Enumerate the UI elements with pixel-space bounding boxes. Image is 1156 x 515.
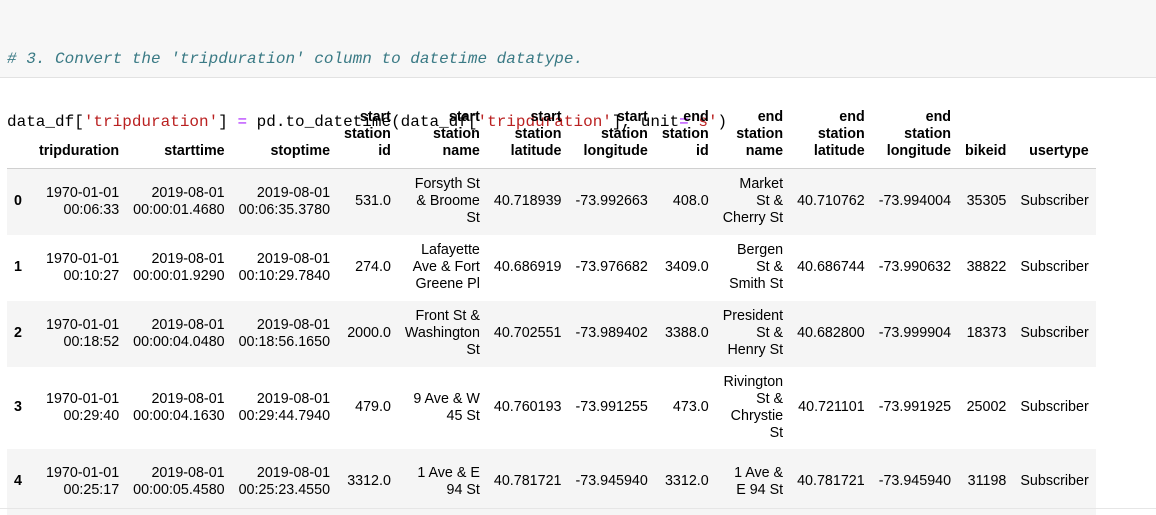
table-cell: 40.682800: [797, 325, 865, 341]
table-cell: 274.0: [355, 259, 391, 275]
column-header: usertype: [1013, 100, 1096, 169]
table-cell: 473.0: [672, 399, 709, 415]
table-cell: Subscriber: [1020, 193, 1089, 210]
table-cell: 40.686919: [493, 259, 562, 275]
table-cell: 40.710762: [797, 193, 865, 210]
table-cell: 531.0: [355, 193, 391, 210]
column-header: start station latitude: [486, 100, 569, 169]
row-index: 2: [14, 325, 22, 341]
table-row: 0 1970-01-01 00:06:33 2019-08-01 00:00:01.46…: [7, 168, 1096, 235]
table-cell: 3388.0: [664, 325, 709, 341]
table-cell: Forsyth St & Broome St: [414, 176, 480, 227]
table-cell: -73.991925: [878, 399, 952, 415]
table-cell: 9 Ave & W 45 St: [413, 390, 480, 424]
table-header-row: tripduration starttime stoptime start statio…: [7, 100, 1096, 169]
table-cell: -73.992663: [575, 193, 648, 210]
table-cell: 479.0: [355, 399, 391, 415]
table-cell: -73.945940: [575, 473, 648, 489]
row-index: 3: [14, 399, 22, 415]
dataframe-output: tripduration starttime stoptime start statio…: [7, 100, 1096, 515]
table-cell: 40.718939: [493, 193, 562, 210]
table-cell: -73.976682: [575, 259, 648, 275]
table-cell: 2019-08-01 00:18:56.1650: [238, 316, 331, 350]
table-cell: 40.721101: [798, 399, 865, 415]
column-header: bikeid: [958, 100, 1014, 169]
table-cell: 40.686744: [797, 259, 865, 275]
table-cell: Lafayette Ave & Fort Greene Pl: [412, 242, 480, 292]
table-row: 3 1970-01-01 00:29:40 2019-08-01 00:00:04.16…: [7, 367, 1096, 449]
table-cell: -73.945940: [878, 473, 952, 489]
table-cell: 40.760193: [493, 399, 562, 415]
column-header: start station id: [337, 100, 398, 169]
table-cell: 35305: [966, 193, 1007, 210]
row-index: 1: [14, 259, 22, 275]
column-header: starttime: [126, 100, 232, 169]
table-cell: 40.781721: [797, 473, 865, 489]
table-row: 1 1970-01-01 00:10:27 2019-08-01 00:00:01.92…: [7, 235, 1096, 301]
table-cell: 1 Ave & E 94 St: [734, 464, 784, 498]
table-cell: -73.989402: [575, 325, 648, 341]
column-header: end station name: [715, 100, 791, 169]
table-cell: 3312.0: [664, 473, 709, 489]
table-cell: 1 Ave & E 94 St: [417, 464, 480, 498]
table-cell: 3312.0: [347, 473, 391, 489]
table-cell: 2000.0: [347, 325, 391, 341]
code-comment: # 3. Convert the 'tripduration' column t…: [7, 50, 584, 68]
table-cell: 18373: [966, 325, 1007, 341]
table-cell: Front St & Washington St: [404, 308, 480, 358]
table-cell: 1970-01-01 00:18:52: [46, 316, 120, 350]
column-header: start station name: [397, 100, 487, 169]
table-cell: 1970-01-01 00:10:27: [46, 250, 120, 284]
code-cell[interactable]: # 3. Convert the 'tripduration' column t…: [0, 0, 1156, 194]
table-cell: 1970-01-01 00:29:40: [46, 390, 120, 424]
table-cell: 2019-08-01 00:00:04.1630: [133, 390, 225, 424]
table-cell: 38822: [966, 259, 1007, 275]
table-cell: 2019-08-01 00:29:44.7940: [238, 390, 331, 424]
table-cell: Subscriber: [1020, 325, 1089, 341]
table-cell: -73.990632: [878, 259, 952, 275]
column-header: stoptime: [231, 100, 338, 169]
table-cell: 2019-08-01 00:10:29.7840: [238, 250, 331, 284]
table-cell: President St & Henry St: [722, 308, 784, 358]
cell-divider: [0, 508, 1156, 509]
table-cell: 25002: [966, 399, 1007, 415]
dataframe-table: tripduration starttime stoptime start statio…: [7, 100, 1096, 515]
table-cell: 2019-08-01 00:00:04.0480: [133, 316, 225, 350]
table-cell: 2019-08-01 00:06:35.3780: [238, 184, 331, 218]
table-cell: Subscriber: [1020, 473, 1089, 489]
table-body: 0 1970-01-01 00:06:33 2019-08-01 00:00:01.46…: [7, 168, 1096, 515]
table-cell: 31198: [967, 473, 1007, 489]
table-cell: 408.0: [672, 193, 709, 210]
row-index: 0: [14, 193, 22, 210]
table-cell: 40.702551: [493, 325, 562, 341]
column-header: end station longitude: [871, 100, 959, 169]
code-comment-line: # 3. Convert the 'tripduration' column t…: [7, 49, 1156, 70]
table-cell: 40.781721: [493, 473, 562, 489]
table-row: 2 1970-01-01 00:18:52 2019-08-01 00:00:04.04…: [7, 300, 1096, 367]
table-cell: 1970-01-01 00:06:33: [46, 184, 120, 218]
table-row: 4 1970-01-01 00:25:17 2019-08-01 00:00:05.45…: [7, 448, 1096, 515]
table-cell: Subscriber: [1020, 399, 1089, 415]
table-cell: -73.994004: [878, 193, 952, 210]
column-header: end station latitude: [790, 100, 872, 169]
table-cell: -73.991255: [575, 399, 648, 415]
table-cell: Subscriber: [1020, 259, 1089, 275]
table-cell: 2019-08-01 00:00:01.9290: [133, 250, 225, 284]
table-cell: Market St & Cherry St: [722, 176, 784, 227]
table-cell: 2019-08-01 00:00:05.4580: [133, 464, 225, 498]
table-cell: 1970-01-01 00:25:17: [46, 464, 120, 498]
index-header: [7, 100, 32, 169]
column-header: end station id: [654, 100, 716, 169]
row-index: 4: [14, 473, 22, 489]
column-header: tripduration: [31, 100, 127, 169]
table-cell: 3409.0: [664, 259, 709, 275]
table-cell: 2019-08-01 00:25:23.4550: [238, 464, 331, 498]
table-cell: Rivington St & Chrystie St: [723, 373, 784, 441]
table-cell: 2019-08-01 00:00:01.4680: [133, 184, 225, 218]
table-cell: -73.999904: [878, 325, 952, 341]
table-cell: Bergen St & Smith St: [729, 242, 784, 292]
column-header: start station longitude: [568, 100, 655, 169]
